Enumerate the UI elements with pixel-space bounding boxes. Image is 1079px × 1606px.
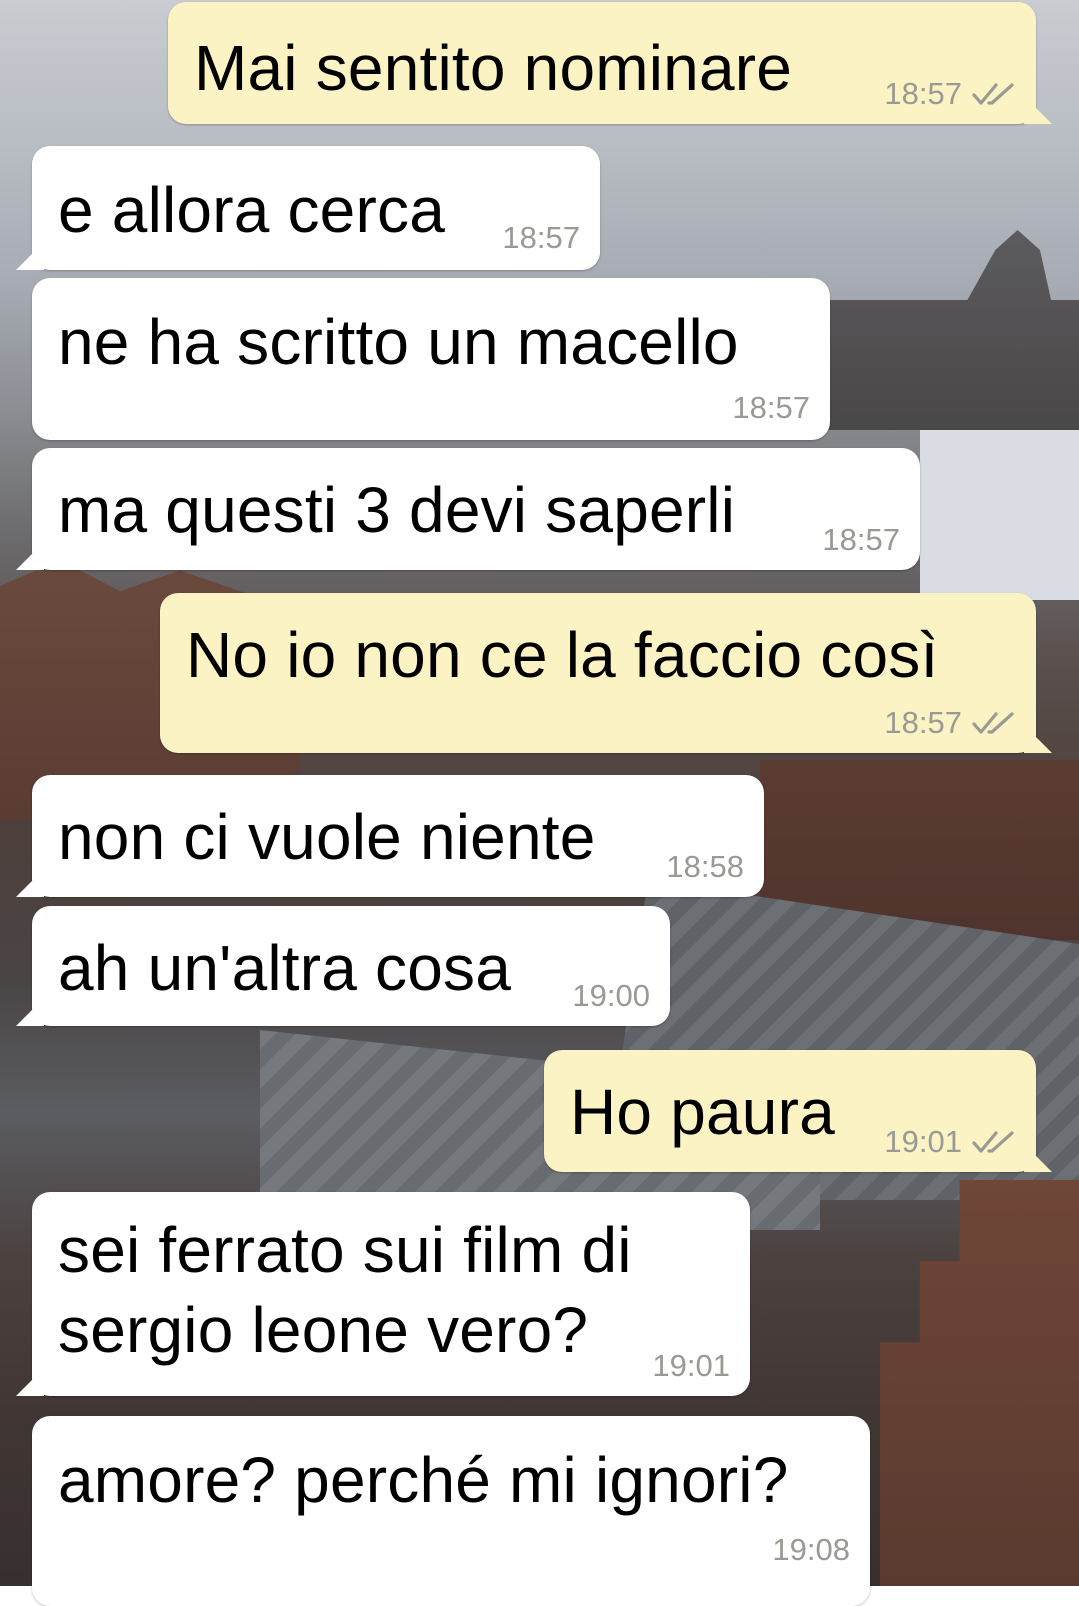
- double-check-icon: [972, 712, 1014, 734]
- message-time: 18:58: [666, 849, 744, 884]
- message-bubble-incoming[interactable]: ah un'altra cosa 19:00: [32, 906, 670, 1026]
- message-text: Mai sentito nominare: [194, 32, 793, 104]
- message-meta: 19:01: [652, 1348, 730, 1384]
- message-time: 18:57: [822, 522, 900, 557]
- message-time: 19:01: [652, 1348, 730, 1383]
- double-check-icon: [972, 83, 1014, 105]
- message-meta: 19:01: [884, 1124, 1018, 1160]
- message-bubble-outgoing[interactable]: Ho paura 19:01: [544, 1050, 1036, 1172]
- message-text: No io non ce la faccio così: [186, 619, 939, 691]
- message-meta: 18:57: [732, 390, 810, 426]
- message-meta: 18:57: [502, 220, 580, 256]
- message-text: non ci vuole niente: [58, 801, 596, 873]
- message-meta: 18:58: [666, 849, 744, 885]
- message-meta: 19:00: [572, 978, 650, 1014]
- message-meta: 18:57: [884, 76, 1018, 112]
- message-bubble-incoming[interactable]: non ci vuole niente 18:58: [32, 775, 764, 897]
- message-bubble-incoming[interactable]: e allora cerca 18:57: [32, 146, 600, 270]
- message-text: ma questi 3 devi saperli: [58, 474, 736, 546]
- message-time: 19:01: [884, 1124, 962, 1159]
- message-text: Ho paura: [570, 1076, 835, 1148]
- message-list[interactable]: Mai sentito nominare 18:57 e allora cerc…: [0, 0, 1079, 1606]
- message-meta: 18:57: [822, 522, 900, 558]
- message-bubble-outgoing[interactable]: Mai sentito nominare 18:57: [168, 2, 1036, 124]
- message-bubble-incoming[interactable]: sei ferrato sui film di sergio leone ver…: [32, 1192, 750, 1396]
- message-time: 19:08: [772, 1532, 850, 1567]
- double-check-icon: [972, 1131, 1014, 1153]
- message-time: 19:00: [572, 978, 650, 1013]
- message-bubble-incoming[interactable]: amore? perché mi ignori? 19:08: [32, 1416, 870, 1606]
- message-bubble-incoming[interactable]: ma questi 3 devi saperli 18:57: [32, 448, 920, 570]
- message-meta: 19:08: [772, 1532, 850, 1568]
- message-text: e allora cerca: [58, 174, 445, 246]
- message-text: ne ha scritto un macello: [58, 306, 739, 378]
- message-time: 18:57: [502, 220, 580, 255]
- message-bubble-incoming[interactable]: ne ha scritto un macello 18:57: [32, 278, 830, 440]
- message-time: 18:57: [732, 390, 810, 425]
- message-meta: 18:57: [884, 705, 1018, 741]
- message-time: 18:57: [884, 76, 962, 111]
- message-bubble-outgoing[interactable]: No io non ce la faccio così 18:57: [160, 593, 1036, 753]
- message-time: 18:57: [884, 705, 962, 740]
- message-text: amore? perché mi ignori?: [58, 1444, 789, 1516]
- message-text: ah un'altra cosa: [58, 932, 512, 1004]
- message-text: sei ferrato sui film di sergio leone ver…: [58, 1214, 632, 1366]
